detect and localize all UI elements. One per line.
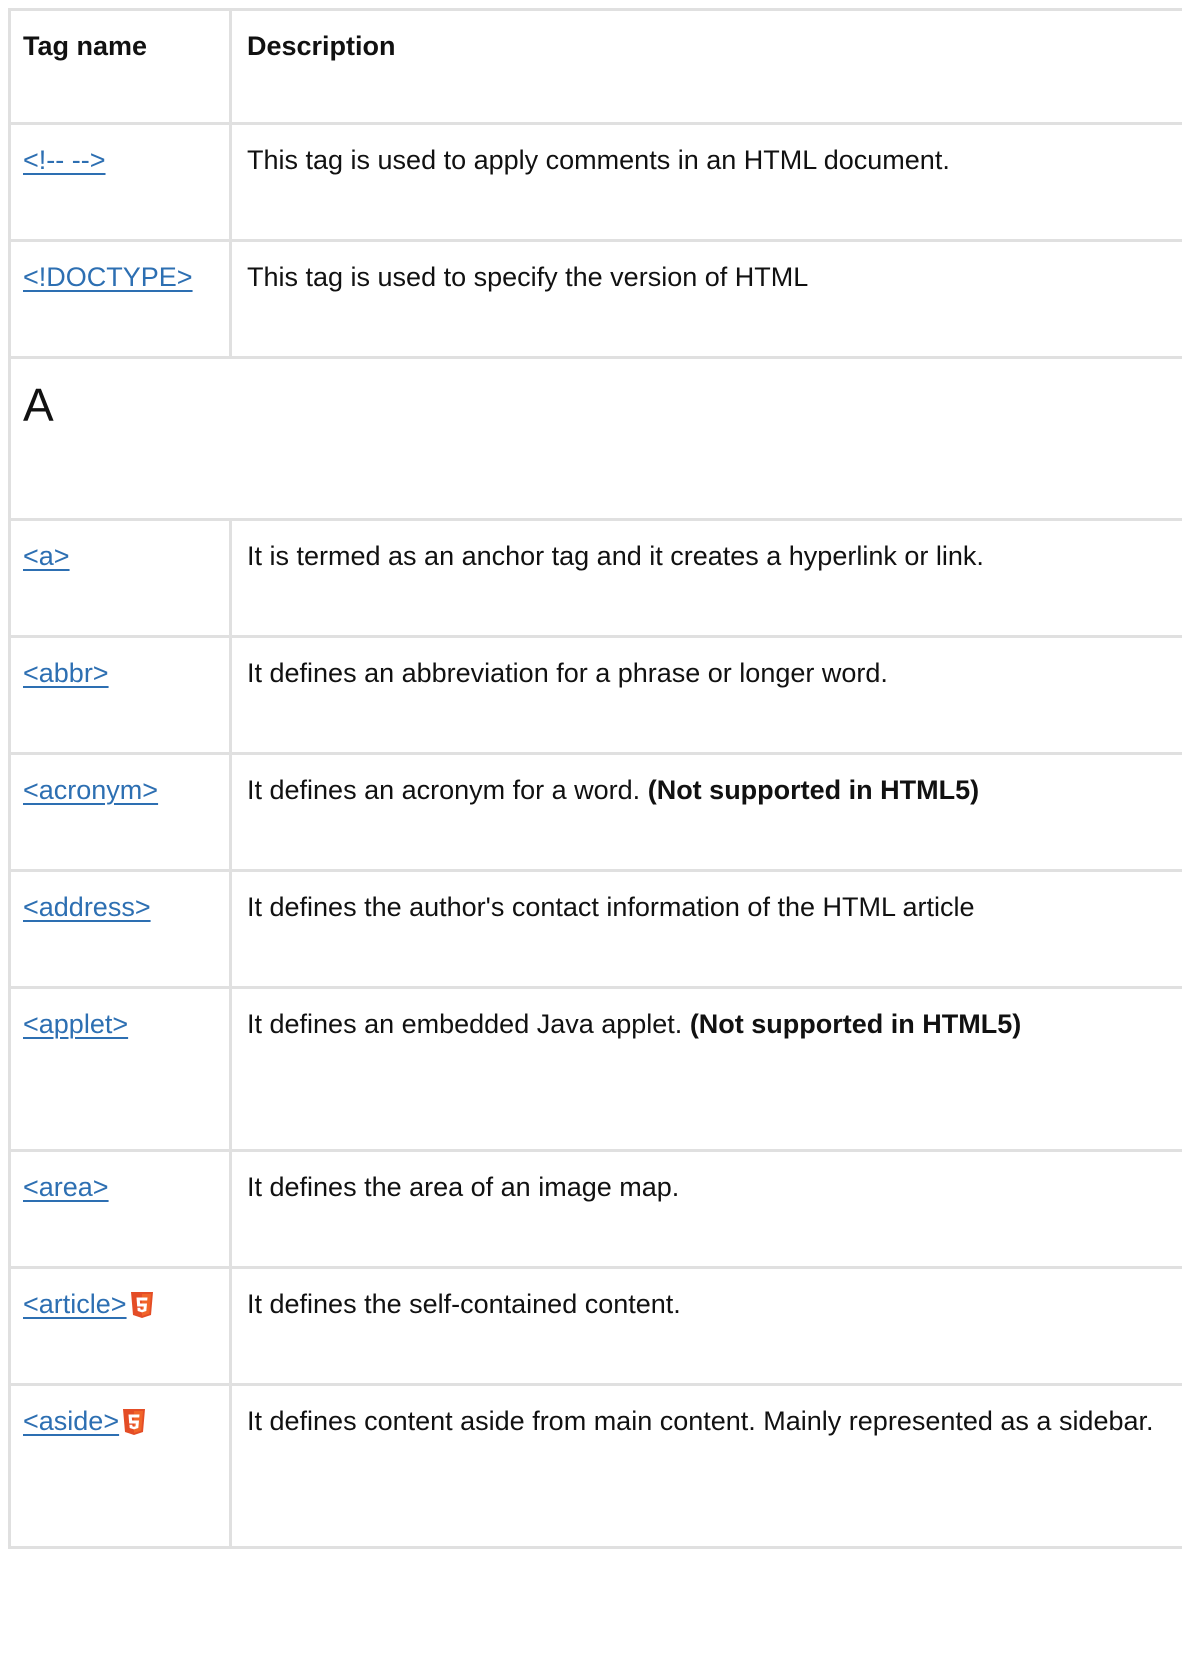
description-cell: It defines the self-contained content.	[229, 1266, 1182, 1386]
tag-link-comment[interactable]: <!-- -->	[23, 145, 106, 175]
tag-name-cell: <aside>	[8, 1383, 232, 1549]
table-row: <abbr> It defines an abbreviation for a p…	[8, 635, 1182, 755]
tag-link-article[interactable]: <article>	[23, 1289, 127, 1319]
html-tags-table: Tag name Description <!-- --> This tag is…	[8, 8, 1182, 1549]
description-text: It defines an embedded Java applet.	[247, 1009, 690, 1039]
tag-link-abbr[interactable]: <abbr>	[23, 658, 109, 688]
header-description: Description	[229, 8, 1182, 125]
description-cell: This tag is used to specify the version …	[229, 239, 1182, 359]
tag-name-cell: <acronym>	[8, 752, 232, 872]
description-text: It defines the self-contained content.	[247, 1289, 681, 1319]
table-row: <!-- --> This tag is used to apply commen…	[8, 122, 1182, 242]
html-tags-table-container: Tag name Description <!-- --> This tag is…	[8, 8, 1182, 1549]
tag-link-doctype[interactable]: <!DOCTYPE>	[23, 262, 193, 292]
section-letter: A	[8, 356, 1182, 521]
table-row: <address> It defines the author's contact…	[8, 869, 1182, 989]
description-cell: It defines the area of an image map.	[229, 1149, 1182, 1269]
description-text: It is termed as an anchor tag and it cre…	[247, 541, 984, 571]
table-row: <!DOCTYPE> This tag is used to specify th…	[8, 239, 1182, 359]
description-cell: It defines an acronym for a word. (Not s…	[229, 752, 1182, 872]
tag-name-cell: <abbr>	[8, 635, 232, 755]
table-row: <area> It defines the area of an image ma…	[8, 1149, 1182, 1269]
description-cell: It is termed as an anchor tag and it cre…	[229, 518, 1182, 638]
tag-link-acronym[interactable]: <acronym>	[23, 775, 158, 805]
description-text: This tag is used to apply comments in an…	[247, 145, 950, 175]
description-cell: It defines the author's contact informat…	[229, 869, 1182, 989]
tag-link-area[interactable]: <area>	[23, 1172, 109, 1202]
header-tag-name: Tag name	[8, 8, 232, 125]
tag-name-cell: <area>	[8, 1149, 232, 1269]
not-supported-note: (Not supported in HTML5)	[647, 775, 980, 805]
tag-name-cell: <!DOCTYPE>	[8, 239, 232, 359]
table-header-row: Tag name Description	[8, 8, 1182, 125]
html5-icon	[121, 1404, 147, 1435]
table-row: <article> It defines the self-contained …	[8, 1266, 1182, 1386]
description-cell: It defines an embedded Java applet. (Not…	[229, 986, 1182, 1152]
table-row: <a> It is termed as an anchor tag and it …	[8, 518, 1182, 638]
tag-name-cell: <!-- -->	[8, 122, 232, 242]
description-text: It defines an abbreviation for a phrase …	[247, 658, 888, 688]
tag-link-aside[interactable]: <aside>	[23, 1406, 119, 1436]
tag-name-cell: <address>	[8, 869, 232, 989]
description-text: It defines the area of an image map.	[247, 1172, 680, 1202]
tag-link-address[interactable]: <address>	[23, 892, 151, 922]
description-text: It defines content aside from main conte…	[247, 1406, 1154, 1436]
table-row: <acronym> It defines an acronym for a wor…	[8, 752, 1182, 872]
tag-name-cell: <a>	[8, 518, 232, 638]
description-text: It defines an acronym for a word.	[247, 775, 648, 805]
tag-name-cell: <applet>	[8, 986, 232, 1152]
section-row-a: A	[8, 356, 1182, 521]
description-cell: It defines an abbreviation for a phrase …	[229, 635, 1182, 755]
html5-icon	[129, 1287, 155, 1318]
table-row: <applet> It defines an embedded Java appl…	[8, 986, 1182, 1152]
table-row: <aside> It defines content aside from ma…	[8, 1383, 1182, 1549]
tag-name-cell: <article>	[8, 1266, 232, 1386]
description-cell: It defines content aside from main conte…	[229, 1383, 1182, 1549]
description-text: It defines the author's contact informat…	[247, 892, 975, 922]
description-cell: This tag is used to apply comments in an…	[229, 122, 1182, 242]
tag-link-applet[interactable]: <applet>	[23, 1009, 128, 1039]
description-text: This tag is used to specify the version …	[247, 262, 809, 292]
tag-link-a[interactable]: <a>	[23, 541, 70, 571]
not-supported-note: (Not supported in HTML5)	[689, 1009, 1022, 1039]
